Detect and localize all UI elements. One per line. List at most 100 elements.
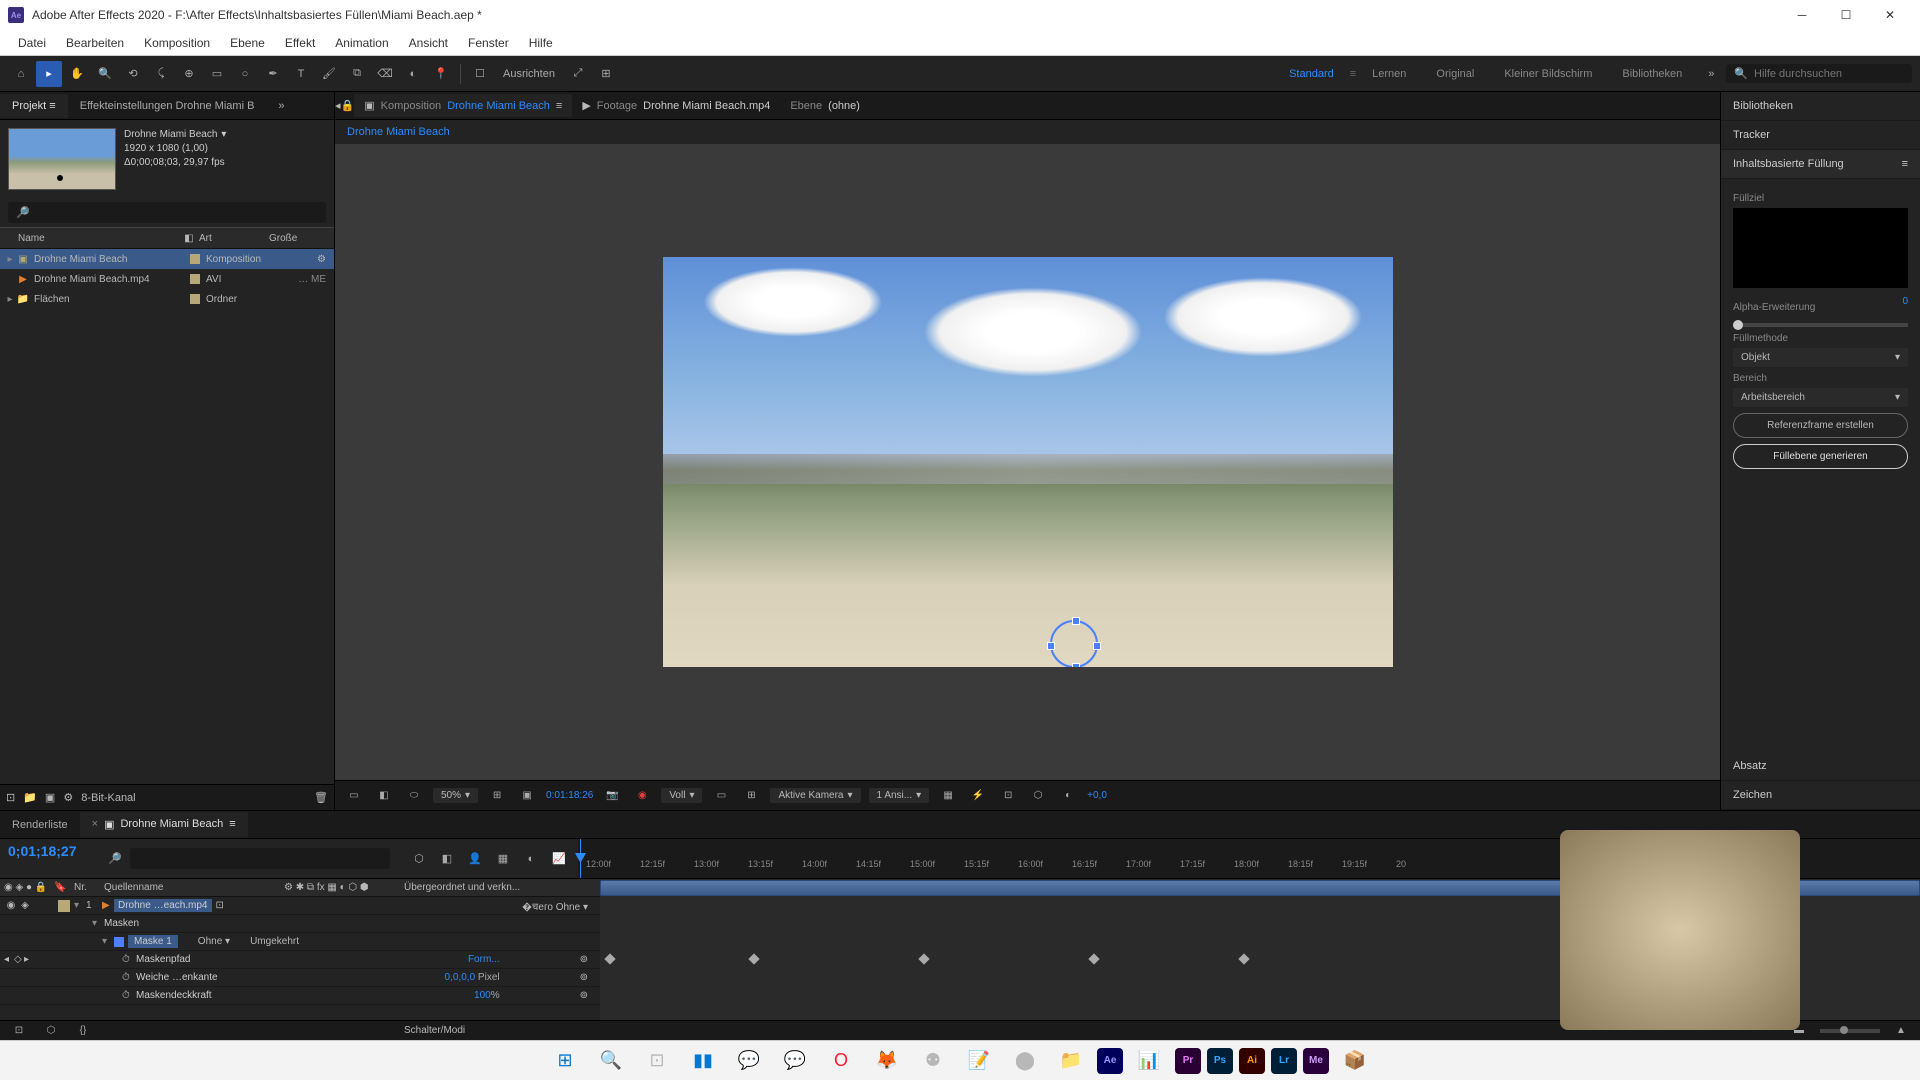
alpha-slider[interactable] bbox=[1733, 323, 1908, 327]
motion-blur-icon[interactable]: ◐ bbox=[520, 848, 542, 870]
switches-modes-toggle[interactable]: Schalter/Modi bbox=[404, 1025, 465, 1036]
photoshop-icon[interactable]: Ps bbox=[1207, 1048, 1233, 1074]
camera-select[interactable]: Aktive Kamera ▾ bbox=[770, 788, 860, 803]
workspace-overflow[interactable]: » bbox=[1698, 61, 1724, 87]
timeline-icon[interactable]: ⊡ bbox=[997, 785, 1019, 807]
pen-tool[interactable]: ✒ bbox=[260, 61, 286, 87]
tab-layer[interactable]: Ebene (ohne) bbox=[780, 95, 870, 117]
label-swatch[interactable] bbox=[190, 254, 200, 264]
label-swatch[interactable] bbox=[190, 274, 200, 284]
guides-icon[interactable]: ▭ bbox=[710, 785, 732, 807]
zoom-tool[interactable]: 🔍 bbox=[92, 61, 118, 87]
bit-depth-label[interactable]: 8-Bit-Kanal bbox=[81, 792, 135, 804]
audio-icon[interactable]: ◈ bbox=[18, 900, 32, 911]
minimize-button[interactable]: ─ bbox=[1780, 0, 1824, 30]
stopwatch-icon[interactable]: ⏱ bbox=[122, 990, 136, 1001]
visibility-icon[interactable]: ◉ bbox=[4, 900, 18, 911]
start-button[interactable]: ⊞ bbox=[545, 1045, 585, 1077]
menu-komposition[interactable]: Komposition bbox=[134, 32, 220, 54]
mask-path[interactable] bbox=[1050, 620, 1098, 667]
timeline-search-input[interactable] bbox=[130, 848, 390, 869]
brackets-icon[interactable]: {} bbox=[72, 1020, 94, 1042]
views-select[interactable]: 1 Ansi... ▾ bbox=[869, 788, 930, 803]
generate-fill-button[interactable]: Füllebene generieren bbox=[1733, 444, 1908, 469]
snapshot-icon[interactable]: 📷 bbox=[601, 785, 623, 807]
draft3d-icon[interactable]: ◧ bbox=[436, 848, 458, 870]
premiere-icon[interactable]: Pr bbox=[1175, 1048, 1201, 1074]
new-folder-icon[interactable]: 📁 bbox=[23, 791, 37, 804]
lightroom-icon[interactable]: Lr bbox=[1271, 1048, 1297, 1074]
twirl-icon[interactable]: ▾ bbox=[92, 918, 104, 929]
menu-ebene[interactable]: Ebene bbox=[220, 32, 275, 54]
menu-bearbeiten[interactable]: Bearbeiten bbox=[56, 32, 134, 54]
workspace-standard[interactable]: Standard bbox=[1275, 62, 1348, 86]
panel-zeichen[interactable]: Zeichen bbox=[1721, 781, 1920, 810]
grid-icon[interactable]: ⊞ bbox=[740, 785, 762, 807]
expression-icon[interactable]: ⊚ bbox=[580, 972, 588, 983]
mask-row[interactable]: ▾ Maske 1 Ohne ▾ Umgekehrt bbox=[0, 933, 600, 951]
snap-options[interactable]: ⤢ bbox=[565, 61, 591, 87]
fast-preview-icon[interactable]: ⚡ bbox=[967, 785, 989, 807]
graph-editor-icon[interactable]: 📈 bbox=[548, 848, 570, 870]
playhead[interactable] bbox=[580, 839, 581, 878]
keyframe[interactable] bbox=[748, 953, 759, 964]
label-swatch[interactable] bbox=[190, 294, 200, 304]
fill-range-select[interactable]: Arbeitsbereich▾ bbox=[1733, 388, 1908, 407]
channel-icon[interactable]: ◉ bbox=[631, 785, 653, 807]
zoom-slider[interactable] bbox=[1820, 1029, 1880, 1033]
toggle-modes-icon[interactable]: ⬡ bbox=[40, 1020, 62, 1042]
tab-composition[interactable]: ▣ Komposition Drohne Miami Beach ≡ bbox=[354, 94, 572, 117]
widgets-button[interactable]: ▮▮ bbox=[683, 1045, 723, 1077]
label-swatch[interactable] bbox=[58, 900, 70, 912]
resolution-icon[interactable]: ⊞ bbox=[486, 785, 508, 807]
frame-blend-icon[interactable]: ▦ bbox=[492, 848, 514, 870]
project-item-folder[interactable]: ▸📁 Flächen Ordner bbox=[0, 289, 334, 309]
app-icon-3[interactable]: 📦 bbox=[1335, 1045, 1375, 1077]
tab-lock-icon[interactable]: 🔒 bbox=[341, 99, 355, 112]
panel-absatz[interactable]: Absatz bbox=[1721, 752, 1920, 781]
comp-mini-flowchart-icon[interactable]: ⬡ bbox=[408, 848, 430, 870]
teams-icon[interactable]: 💬 bbox=[729, 1045, 769, 1077]
roi-icon[interactable]: ▣ bbox=[516, 785, 538, 807]
firefox-icon[interactable]: 🦊 bbox=[867, 1045, 907, 1077]
pixel-aspect-icon[interactable]: ▦ bbox=[937, 785, 959, 807]
flowchart-icon[interactable]: ⬡ bbox=[1027, 785, 1049, 807]
roto-tool[interactable]: ◐ bbox=[400, 61, 426, 87]
resolution-select[interactable]: Voll ▾ bbox=[661, 788, 702, 803]
panel-content-aware-fill[interactable]: Inhaltsbasierte Füllung≡ bbox=[1721, 150, 1920, 179]
expression-icon[interactable]: ⊚ bbox=[580, 990, 588, 1001]
obs-icon[interactable]: ⬤ bbox=[1005, 1045, 1045, 1077]
zoom-select[interactable]: 50% ▾ bbox=[433, 788, 478, 803]
project-tab-overflow[interactable]: » bbox=[266, 94, 296, 118]
fill-method-select[interactable]: Objekt▾ bbox=[1733, 348, 1908, 367]
menu-effekt[interactable]: Effekt bbox=[275, 32, 325, 54]
ellipse-tool[interactable]: ○ bbox=[232, 61, 258, 87]
panel-bibliotheken[interactable]: Bibliotheken bbox=[1721, 92, 1920, 121]
comp-breadcrumb[interactable]: Drohne Miami Beach bbox=[335, 120, 1720, 144]
exposure-value[interactable]: +0,0 bbox=[1087, 790, 1107, 801]
text-tool[interactable]: T bbox=[288, 61, 314, 87]
twirl-icon[interactable]: ▾ bbox=[74, 900, 86, 911]
project-settings-icon[interactable]: ⚙ bbox=[63, 791, 73, 804]
masks-group[interactable]: ▾ Masken bbox=[0, 915, 600, 933]
tab-footage[interactable]: ▶ Footage Drohne Miami Beach.mp4 bbox=[572, 94, 780, 117]
brush-tool[interactable]: 🖌 bbox=[316, 61, 342, 87]
keyframe[interactable] bbox=[604, 953, 615, 964]
home-button[interactable]: ⌂ bbox=[8, 61, 34, 87]
keyframe[interactable] bbox=[918, 953, 929, 964]
illustrator-icon[interactable]: Ai bbox=[1239, 1048, 1265, 1074]
exposure-reset-icon[interactable]: ◐ bbox=[1057, 785, 1079, 807]
menu-fenster[interactable]: Fenster bbox=[458, 32, 519, 54]
explorer-icon[interactable]: 📁 bbox=[1051, 1045, 1091, 1077]
stopwatch-icon[interactable]: ⏱ bbox=[122, 972, 136, 983]
hand-tool[interactable]: ✋ bbox=[64, 61, 90, 87]
comp-thumbnail[interactable] bbox=[8, 128, 116, 190]
workspace-lernen[interactable]: Lernen bbox=[1358, 62, 1420, 86]
after-effects-icon[interactable]: Ae bbox=[1097, 1048, 1123, 1074]
anchor-tool[interactable]: ⊕ bbox=[176, 61, 202, 87]
eraser-tool[interactable]: ⌫ bbox=[372, 61, 398, 87]
mask-toggle-icon[interactable]: ⬭ bbox=[403, 785, 425, 807]
panel-tracker[interactable]: Tracker bbox=[1721, 121, 1920, 150]
selection-tool[interactable]: ▸ bbox=[36, 61, 62, 87]
panel-menu-icon[interactable]: ≡ bbox=[1902, 158, 1908, 170]
